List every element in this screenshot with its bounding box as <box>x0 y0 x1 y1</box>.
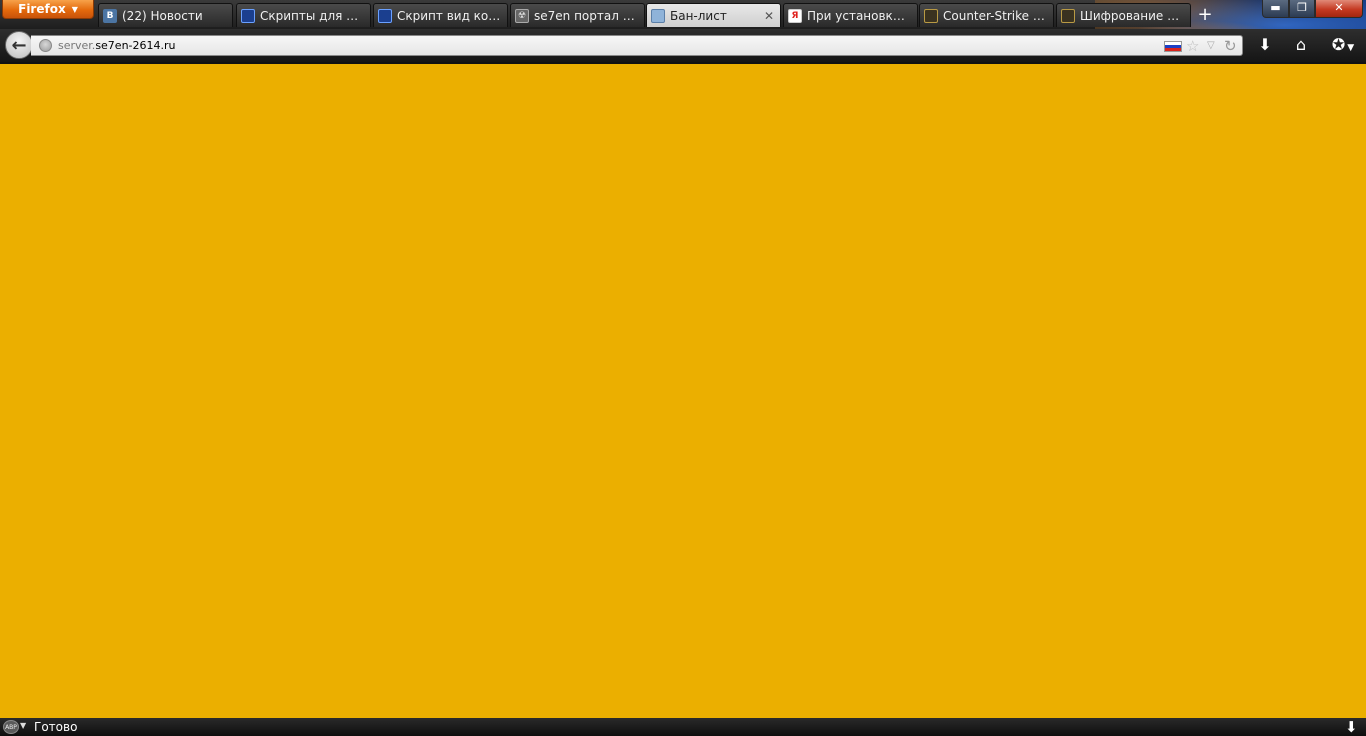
globe-icon[interactable] <box>39 39 52 52</box>
tab-7[interactable]: Counter-Strike Sup... <box>919 3 1054 27</box>
close-icon: ✕ <box>1334 1 1344 14</box>
home-icon: ⌂ <box>1295 35 1307 54</box>
arrow-down-icon[interactable]: ⬇ <box>1345 718 1358 736</box>
chevron-down-icon: ▼ <box>1347 43 1355 53</box>
tab-5[interactable]: Бан-лист ✕ <box>646 3 781 27</box>
tab-4[interactable]: ☢ se7en портал - ре... <box>510 3 645 27</box>
navigation-toolbar: ← server.se7en-2614.ru ☆ ▽ ↻ ⬇ ⌂ ✪ ▼ <box>0 29 1366 62</box>
adblock-icon[interactable]: ABP <box>3 720 19 734</box>
url-domain: se7en-2614.ru <box>95 39 176 52</box>
cs-icon <box>1061 8 1075 23</box>
page-content <box>0 62 1366 718</box>
tab-label: Шифрование amx... <box>1080 8 1184 23</box>
bookmarks-menu-button[interactable]: ✪ ▼ <box>1325 34 1361 56</box>
downloads-button[interactable]: ⬇ <box>1253 34 1277 56</box>
back-button[interactable]: ← <box>5 31 33 59</box>
arrow-down-icon: ⬇ <box>1258 35 1272 54</box>
tab-3[interactable]: Скрипт вид комм... <box>373 3 508 27</box>
vk-icon: В <box>103 8 117 23</box>
status-text: Готово <box>34 720 78 734</box>
plus-icon: + <box>1197 4 1213 25</box>
firefox-menu-label: Firefox <box>18 2 66 16</box>
yandex-icon: Я <box>788 8 802 23</box>
se7en-icon: ☢ <box>515 8 529 23</box>
russian-flag-icon[interactable] <box>1164 41 1182 52</box>
arrow-left-icon: ← <box>11 34 27 56</box>
reload-icon[interactable]: ↻ <box>1224 37 1237 55</box>
banlist-icon <box>651 8 665 23</box>
tab-label: Counter-Strike Sup... <box>943 8 1047 23</box>
url-subdomain: server. <box>58 39 96 52</box>
star-icon[interactable]: ☆ <box>1186 37 1199 55</box>
new-tab-button[interactable]: + <box>1193 4 1217 26</box>
close-tab-icon[interactable]: ✕ <box>758 9 774 23</box>
url-text[interactable]: server.se7en-2614.ru <box>58 39 176 52</box>
ucoz-icon <box>378 8 392 23</box>
tab-label: При установке su... <box>807 8 911 23</box>
restore-icon: ❐ <box>1297 1 1307 14</box>
tab-label: se7en портал - ре... <box>534 8 638 23</box>
restore-window-button[interactable]: ❐ <box>1289 0 1315 18</box>
minimize-window-button[interactable]: ▬ <box>1262 0 1289 18</box>
tab-1[interactable]: В (22) Новости <box>98 3 233 27</box>
cs-icon <box>924 8 938 23</box>
home-button[interactable]: ⌂ <box>1289 34 1313 56</box>
chevron-down-icon[interactable]: ▽ <box>1207 40 1215 51</box>
chevron-down-icon[interactable]: ▼ <box>20 721 26 730</box>
firefox-menu-button[interactable]: Firefox ▼ <box>2 0 94 19</box>
chevron-down-icon: ▼ <box>71 4 78 14</box>
tab-8[interactable]: Шифрование amx... <box>1056 3 1191 27</box>
ucoz-icon <box>241 8 255 23</box>
tab-label: Скрипты для ucoz... <box>260 8 364 23</box>
title-bar: Firefox ▼ В (22) Новости Скрипты для ucoz.… <box>0 0 1366 29</box>
tab-6[interactable]: Я При установке su... <box>783 3 918 27</box>
tab-label: Скрипт вид комм... <box>397 8 501 23</box>
url-bar[interactable]: server.se7en-2614.ru ☆ ▽ ↻ <box>31 35 1243 56</box>
tab-2[interactable]: Скрипты для ucoz... <box>236 3 371 27</box>
bookmarks-star-icon: ✪ <box>1331 35 1346 54</box>
tab-label: (22) Новости <box>122 8 203 23</box>
minimize-icon: ▬ <box>1270 1 1281 14</box>
close-window-button[interactable]: ✕ <box>1315 0 1363 18</box>
status-bar: ABP ▼ Готово ⬇ <box>0 718 1366 736</box>
tab-label: Бан-лист <box>670 8 727 23</box>
